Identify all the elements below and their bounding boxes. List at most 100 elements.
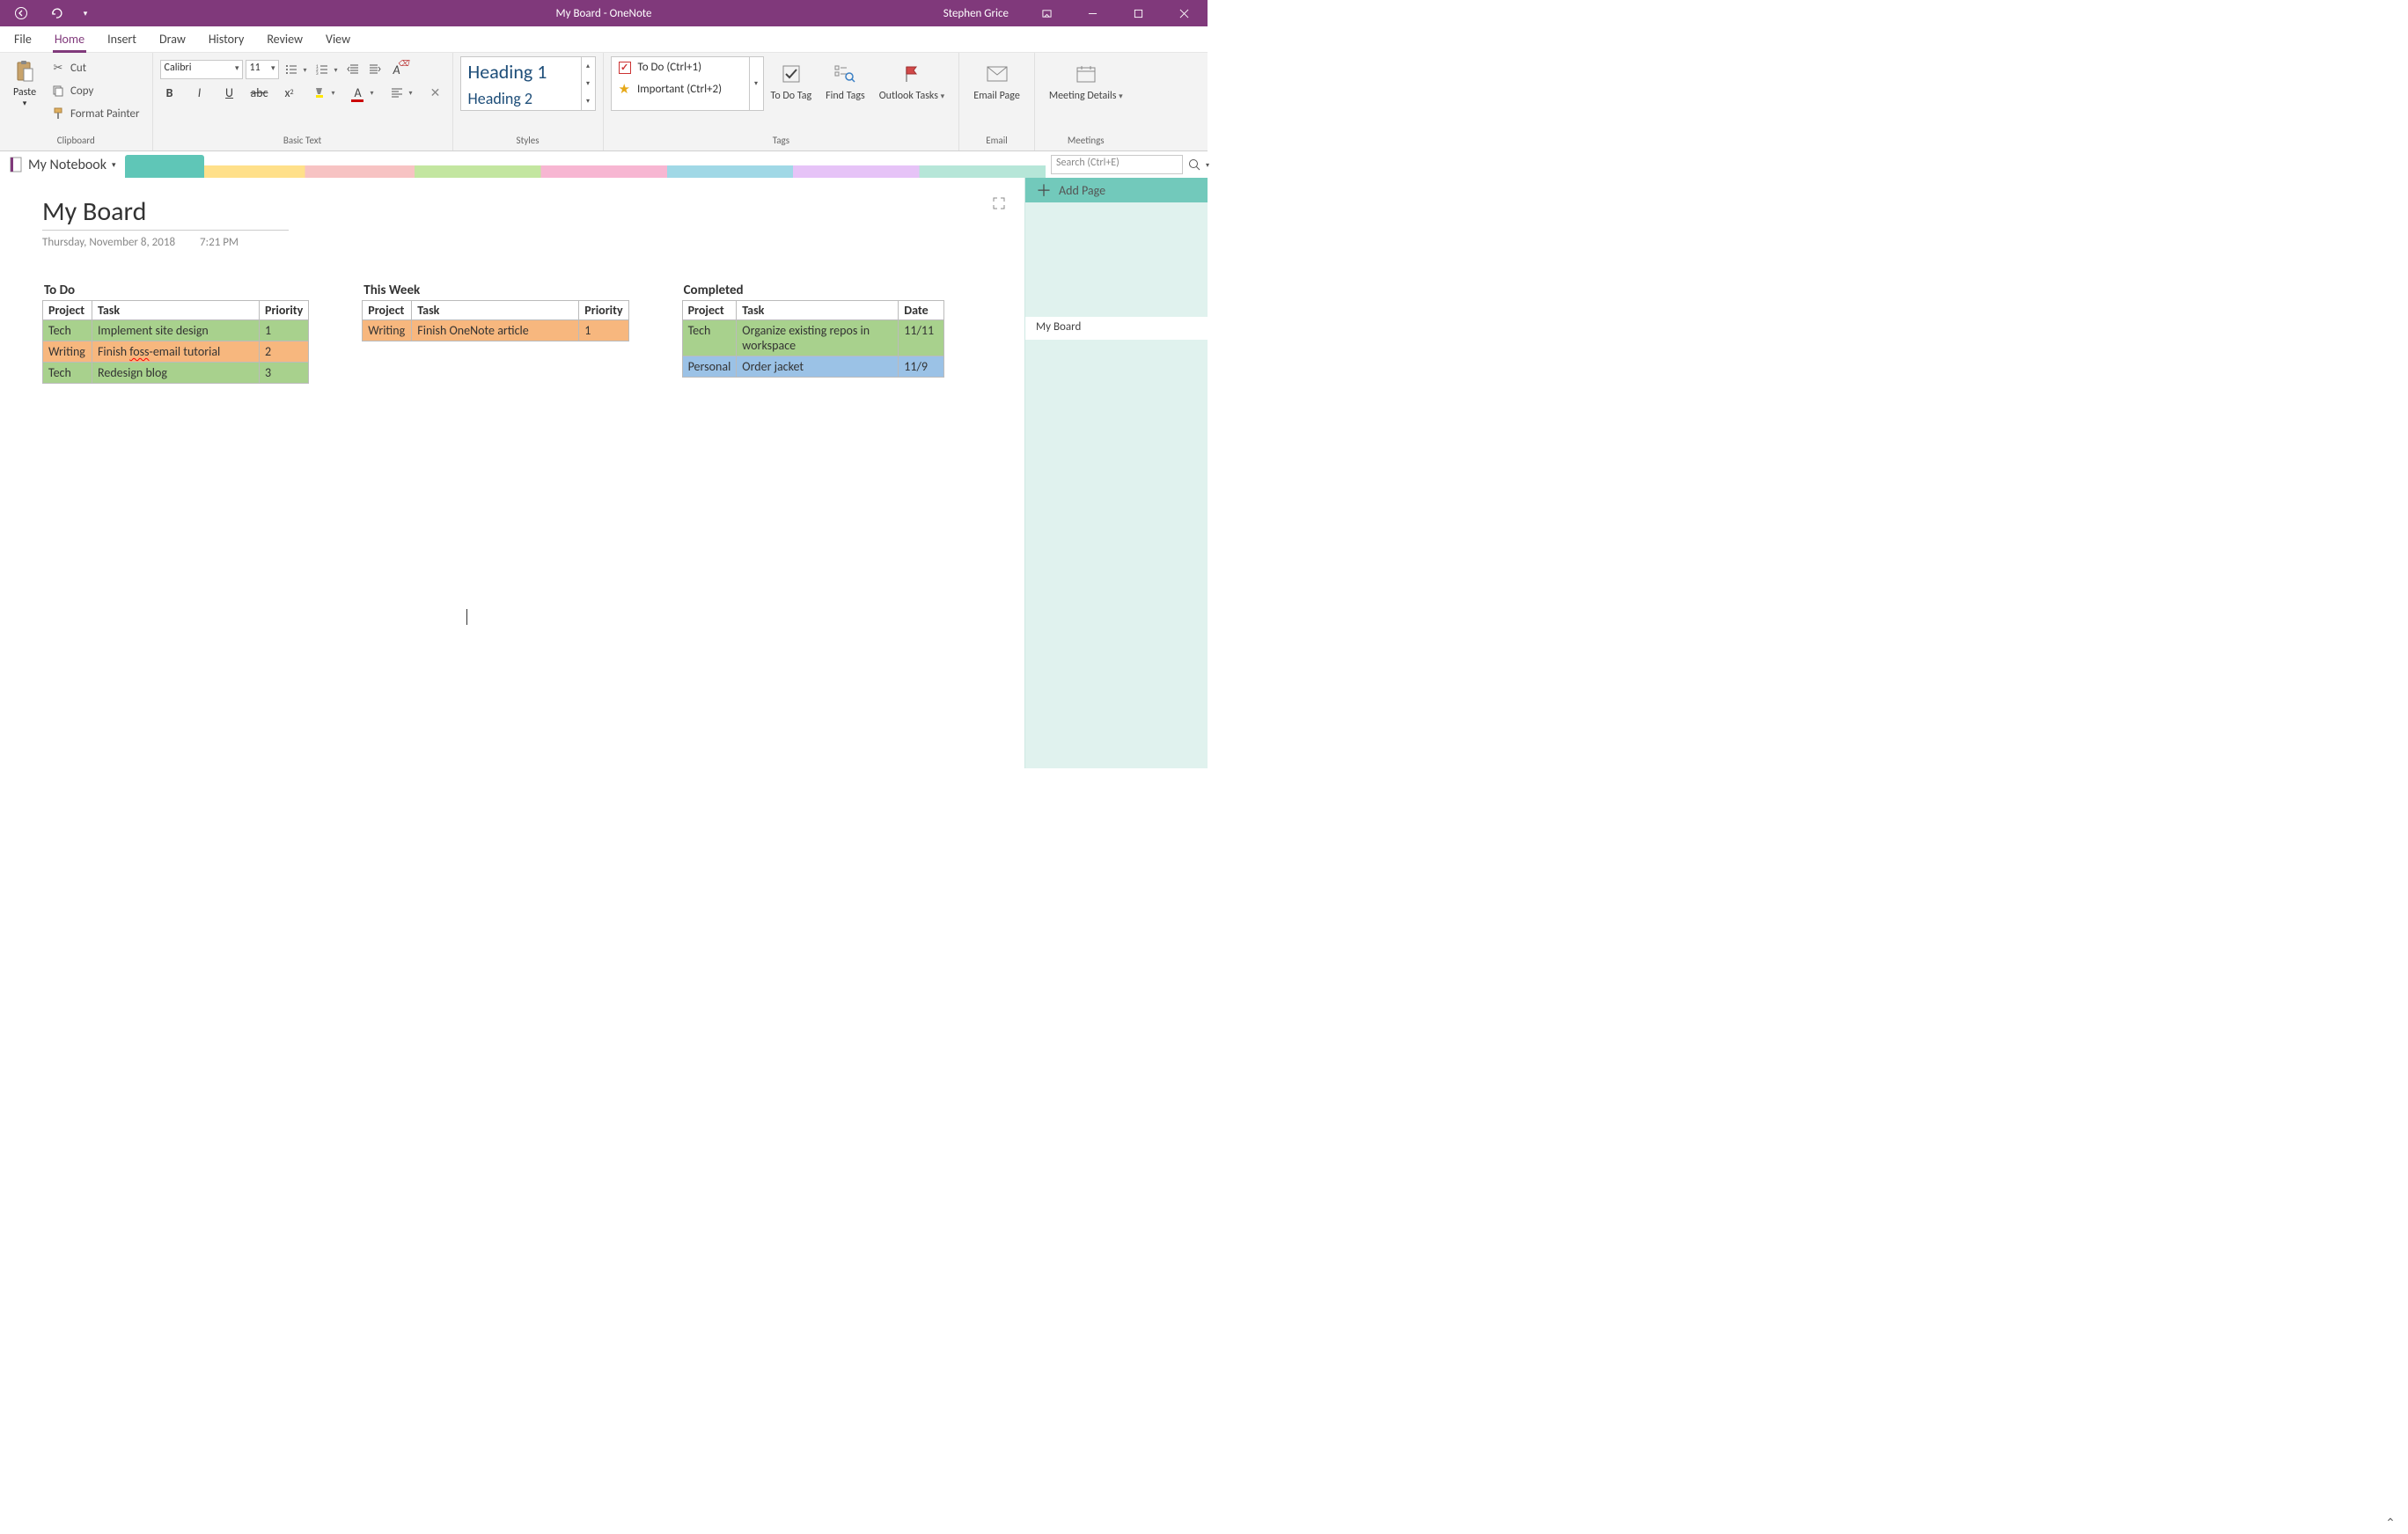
outdent-button[interactable] [343,60,363,79]
table-row[interactable]: WritingFinish foss-email tutorial2 [43,341,309,363]
task-table[interactable]: ProjectTaskDateTechOrganize existing rep… [682,300,945,378]
table-cell[interactable]: Order jacket [737,356,899,378]
ribbon-display-options[interactable] [1026,0,1067,26]
close-button[interactable] [1164,0,1204,26]
tags-gallery[interactable]: ✓To Do (Ctrl+1) ★Important (Ctrl+2) [611,56,750,111]
table-cell[interactable]: Redesign blog [92,363,260,384]
quick-access-customize[interactable]: ▾ [79,1,92,26]
table-header[interactable]: Project [43,301,92,320]
table-cell[interactable]: Implement site design [92,320,260,341]
copy-button[interactable]: Copy [46,79,145,102]
table-header[interactable]: Task [92,301,260,320]
section-tab-active[interactable] [125,155,204,178]
page-canvas[interactable]: My Board Thursday, November 8, 2018 7:21… [0,178,1024,768]
format-painter-button[interactable]: Format Painter [46,102,145,125]
table-cell[interactable]: Writing [363,320,412,341]
highlight-button[interactable] [310,83,329,102]
table-header[interactable]: Task [412,301,579,320]
user-name[interactable]: Stephen Grice [943,7,1009,20]
table-cell[interactable]: 11/11 [899,320,944,356]
table-cell[interactable]: 11/9 [899,356,944,378]
table-cell[interactable]: 1 [260,320,309,341]
notebook-picker[interactable]: My Notebook ▾ [0,151,125,178]
underline-button[interactable]: U [220,83,239,102]
tab-home[interactable]: Home [53,28,86,52]
tags-gallery-more[interactable]: ▾ [750,56,764,111]
undo-button[interactable] [44,1,69,26]
table-cell[interactable]: 1 [579,320,628,341]
search-input[interactable]: Search (Ctrl+E) [1051,155,1183,174]
tab-view[interactable]: View [324,28,352,52]
table-header[interactable]: Project [363,301,412,320]
italic-button[interactable]: I [190,83,209,102]
maximize-button[interactable] [1118,0,1158,26]
table-header[interactable]: Date [899,301,944,320]
task-table[interactable]: ProjectTaskPriorityWritingFinish OneNote… [362,300,628,341]
table-header[interactable]: Priority [579,301,628,320]
bold-button[interactable]: B [160,83,180,102]
tab-draw[interactable]: Draw [158,28,187,52]
table-cell[interactable]: 3 [260,363,309,384]
task-table[interactable]: ProjectTaskPriorityTechImplement site de… [42,300,309,384]
table-header[interactable]: Project [682,301,737,320]
indent-button[interactable] [365,60,385,79]
collapse-ribbon-button[interactable]: ⌃ [2382,1516,2399,1530]
tag-important[interactable]: ★Important (Ctrl+2) [612,77,749,101]
board-title[interactable]: This Week [362,283,628,298]
todo-tag-button[interactable]: To Do Tag [764,56,819,102]
styles-gallery[interactable]: Heading 1 Heading 2 [460,56,582,111]
styles-gallery-more[interactable]: ▴▾▾ [582,56,596,111]
table-cell[interactable]: Personal [682,356,737,378]
table-cell[interactable]: Writing [43,341,92,363]
delete-button[interactable]: ✕ [426,83,445,102]
tab-history[interactable]: History [207,28,246,52]
search-icon[interactable]: ▾ [1186,157,1202,172]
table-cell[interactable]: Finish OneNote article [412,320,579,341]
tab-file[interactable]: File [12,28,33,52]
cut-button[interactable]: ✂Cut [46,56,145,79]
table-row[interactable]: TechOrganize existing repos in workspace… [682,320,944,356]
section-tabs[interactable] [125,151,1046,178]
table-cell[interactable]: Finish foss-email tutorial [92,341,260,363]
table-row[interactable]: WritingFinish OneNote article1 [363,320,628,341]
style-heading2[interactable]: Heading 2 [461,86,581,111]
section-tabs-collapsed[interactable] [204,165,1046,178]
expand-icon[interactable] [993,197,1007,211]
table-cell[interactable]: Tech [43,363,92,384]
find-tags-button[interactable]: Find Tags [819,56,872,102]
font-color-button[interactable]: A [349,83,368,102]
tag-todo[interactable]: ✓To Do (Ctrl+1) [612,57,749,77]
flag-icon [903,60,921,88]
meeting-details-button[interactable]: Meeting Details ▾ [1042,56,1130,103]
tab-review[interactable]: Review [265,28,305,52]
style-heading1[interactable]: Heading 1 [461,57,581,86]
table-row[interactable]: TechRedesign blog3 [43,363,309,384]
table-cell[interactable]: Organize existing repos in workspace [737,320,899,356]
board-title[interactable]: Completed [682,283,946,298]
alignment-button[interactable] [387,83,407,102]
tab-insert[interactable]: Insert [106,28,138,52]
board-title[interactable]: To Do [42,283,309,298]
strikethrough-button[interactable]: abc [250,83,269,102]
table-cell[interactable]: 2 [260,341,309,363]
table-cell[interactable]: Tech [682,320,737,356]
subscript-superscript-button[interactable]: x2 [280,83,299,102]
clear-formatting-button[interactable]: A⌫ [387,60,407,79]
page-title[interactable]: My Board [42,195,289,231]
table-row[interactable]: PersonalOrder jacket11/9 [682,356,944,378]
numbering-button[interactable]: 123 [312,60,332,79]
bullets-button[interactable] [282,60,301,79]
font-family-select[interactable]: Calibri▾ [160,60,243,79]
table-row[interactable]: TechImplement site design1 [43,320,309,341]
back-button[interactable] [9,1,33,26]
table-header[interactable]: Task [737,301,899,320]
outlook-tasks-button[interactable]: Outlook Tasks ▾ [872,56,952,103]
email-page-button[interactable]: Email Page [966,56,1027,102]
paste-button[interactable]: Paste ▾ [7,56,42,110]
table-cell[interactable]: Tech [43,320,92,341]
minimize-button[interactable] [1072,0,1112,26]
sidebar-page-item[interactable]: My Board [1025,317,1208,340]
add-page-button[interactable]: ＋ Add Page [1025,178,1208,202]
font-size-select[interactable]: 11▾ [246,60,279,79]
table-header[interactable]: Priority [260,301,309,320]
